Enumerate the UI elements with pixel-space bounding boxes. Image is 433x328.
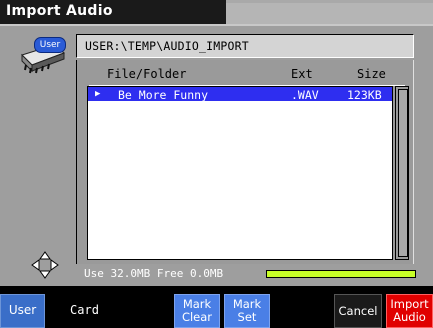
path-field: USER:\TEMP\AUDIO_IMPORT xyxy=(76,34,414,58)
user-button[interactable]: User xyxy=(0,294,45,328)
mark-set-button[interactable]: Mark Set xyxy=(224,294,270,328)
memory-status: Use 32.0MB Free 0.0MB xyxy=(76,266,416,282)
file-name: Be More Funny xyxy=(118,88,209,102)
column-header-file-folder: File/Folder xyxy=(107,67,187,81)
memory-usage-text: Use 32.0MB Free 0.0MB xyxy=(84,267,224,280)
mark-set-label-line2: Set xyxy=(237,310,257,324)
file-row[interactable]: ▶ Be More Funny .WAV 123KB xyxy=(88,87,392,102)
cancel-button-label: Cancel xyxy=(338,304,378,318)
file-list[interactable]: ▶ Be More Funny .WAV 123KB xyxy=(87,86,393,260)
row-marker-icon: ▶ xyxy=(95,89,101,99)
file-list-scrollbar[interactable] xyxy=(395,86,409,260)
import-audio-screen: Import Audio User USER:\TEMP\AUDIO_IMPOR… xyxy=(0,0,433,328)
column-header-ext: Ext xyxy=(291,67,313,81)
file-ext: .WAV xyxy=(291,88,319,102)
title-bar: Import Audio xyxy=(0,0,433,24)
title-tab: Import Audio xyxy=(0,0,226,24)
title-bar-fill xyxy=(226,3,433,24)
column-header-size: Size xyxy=(357,67,386,81)
navigation-arrows-icon xyxy=(31,251,59,279)
file-list-frame: File/Folder Ext Size ▶ Be More Funny .WA… xyxy=(76,60,414,264)
user-button-label: User xyxy=(8,303,37,317)
card-button[interactable]: Card xyxy=(62,294,107,328)
file-list-header: File/Folder Ext Size xyxy=(89,66,405,86)
window-title: Import Audio xyxy=(6,3,113,19)
mark-clear-button[interactable]: Mark Clear xyxy=(174,294,220,328)
file-size: 123KB xyxy=(347,88,382,102)
card-button-label: Card xyxy=(70,303,99,317)
import-audio-button[interactable]: Import Audio xyxy=(386,294,433,328)
memory-usage-meter xyxy=(266,270,416,278)
scrollbar-thumb[interactable] xyxy=(398,89,408,257)
mark-clear-label-line2: Clear xyxy=(181,310,213,324)
path-text: USER:\TEMP\AUDIO_IMPORT xyxy=(85,39,249,53)
function-button-bar: User Card Mark Clear Mark Set Cancel Imp… xyxy=(0,286,433,328)
user-drive-badge: User xyxy=(34,37,66,53)
import-button-label-line2: Audio xyxy=(393,310,426,324)
cancel-button[interactable]: Cancel xyxy=(334,294,382,328)
